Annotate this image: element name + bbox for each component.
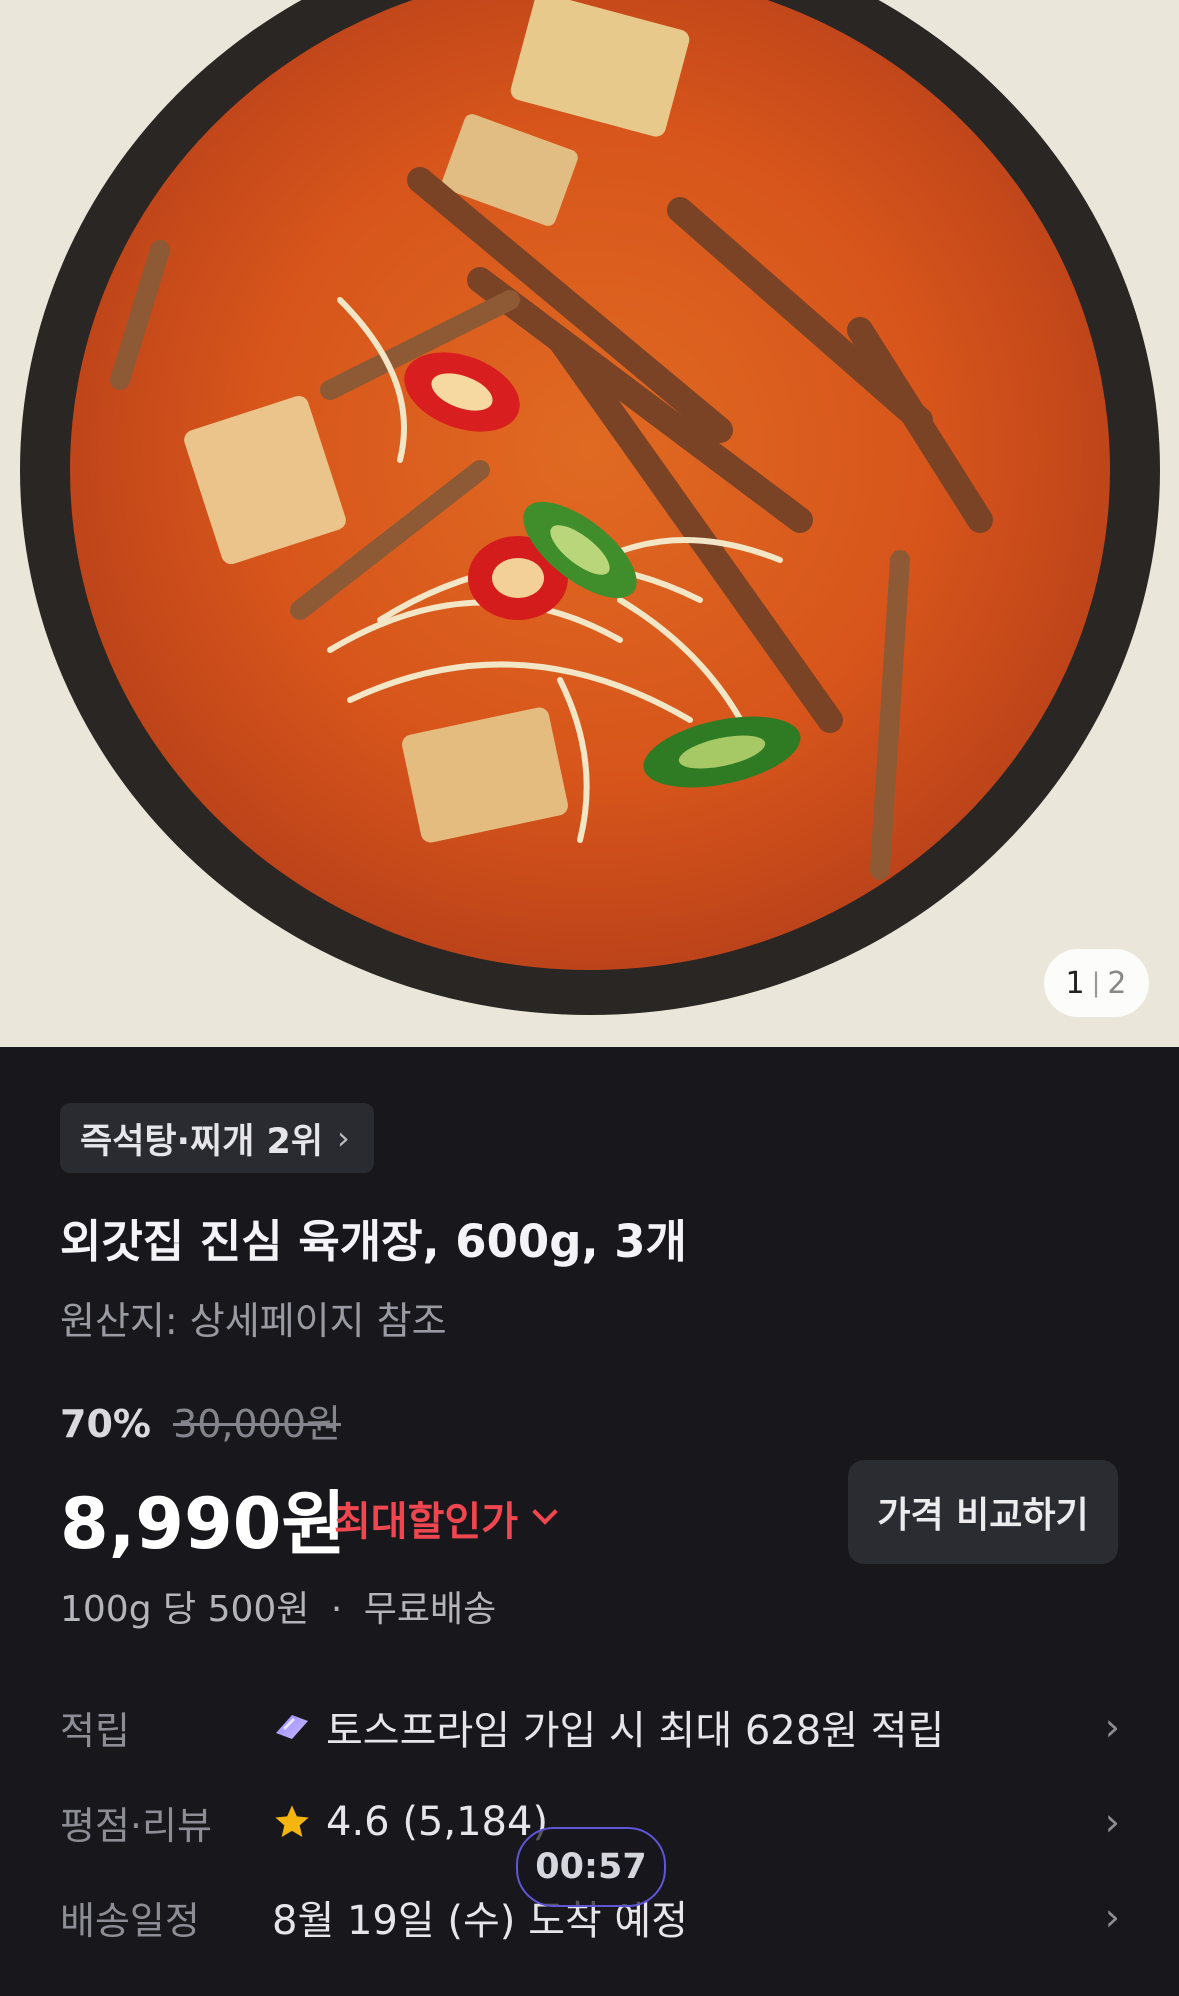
star-icon — [275, 1805, 309, 1837]
separator-dot: · — [330, 1589, 343, 1630]
image-counter-total: 2 — [1107, 965, 1128, 1001]
category-rank-chip[interactable]: 즉석탕·찌개 2위 › — [60, 1103, 374, 1173]
product-image — [0, 0, 1179, 1047]
shipping-info: 무료배송 — [363, 1589, 497, 1630]
rating-label: 평점·리뷰 — [60, 1803, 212, 1848]
recording-timer: 00:57 — [516, 1827, 666, 1907]
image-counter: 1 | 2 — [1044, 949, 1149, 1017]
image-counter-separator: | — [1091, 968, 1102, 998]
points-value: 토스프라임 가입 시 최대 628원 적립 — [326, 1708, 945, 1754]
chevron-right-icon: › — [337, 1119, 350, 1157]
chevron-down-icon — [532, 1499, 558, 1525]
points-label: 적립 — [60, 1708, 130, 1753]
compare-price-button[interactable]: 가격 비교하기 — [848, 1460, 1118, 1564]
product-image-carousel[interactable]: 1 | 2 — [0, 0, 1179, 1047]
toss-prime-icon — [276, 1715, 308, 1739]
unit-price: 100g 당 500원 — [60, 1589, 310, 1630]
points-row[interactable]: 적립 토스프라임 가입 시 최대 628원 적립 › — [60, 1692, 1120, 1762]
discount-row: 70% 30,000원 — [60, 1393, 341, 1448]
chevron-right-icon: › — [1104, 1800, 1120, 1844]
max-discount-label: 최대할인가 — [334, 1499, 518, 1545]
image-counter-current: 1 — [1065, 965, 1086, 1001]
max-discount-toggle[interactable]: 최대할인가 — [334, 1489, 558, 1547]
sale-price: 8,990원 — [60, 1483, 346, 1565]
discount-rate: 70% — [60, 1402, 151, 1446]
original-price: 30,000원 — [173, 1402, 341, 1446]
chevron-right-icon: › — [1104, 1895, 1120, 1939]
category-rank-label: 즉석탕·찌개 2위 — [80, 1121, 324, 1162]
unit-price-row: 100g 당 500원 · 무료배송 — [60, 1580, 496, 1632]
rating-value: 4.6 (5,184) — [326, 1799, 549, 1845]
chevron-right-icon: › — [1104, 1705, 1120, 1749]
product-title: 외갓집 진심 육개장, 600g, 3개 — [60, 1215, 687, 1268]
delivery-label: 배송일정 — [60, 1898, 200, 1943]
product-origin: 원산지: 상세페이지 참조 — [60, 1299, 447, 1343]
